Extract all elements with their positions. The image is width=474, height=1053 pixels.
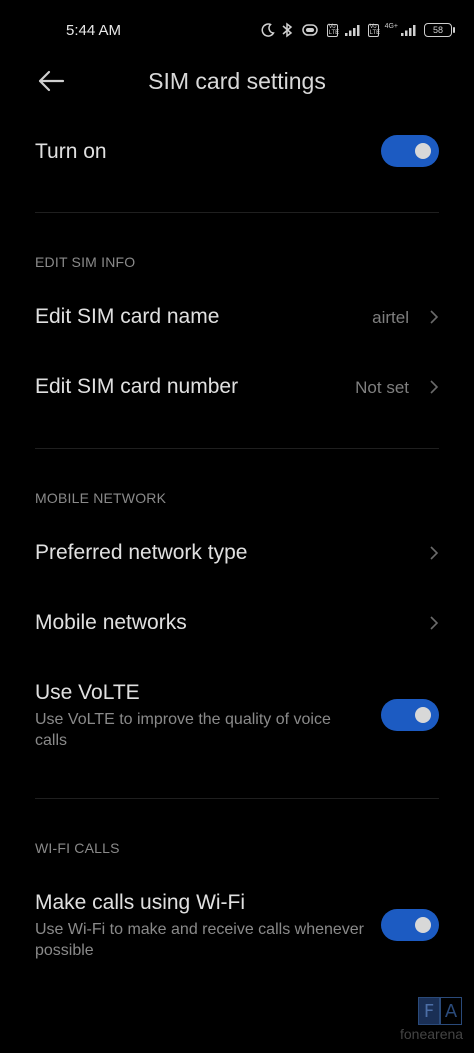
- toggle-knob: [415, 143, 431, 159]
- sim-number-value: Not set: [355, 378, 409, 397]
- turn-on-label: Turn on: [35, 140, 107, 163]
- network-type-label: 4G+: [384, 22, 398, 30]
- watermark-letter-a: A: [440, 997, 462, 1025]
- chevron-right-icon: [429, 545, 439, 561]
- edit-sim-number-row[interactable]: Edit SIM card number Not set: [35, 375, 439, 405]
- wifi-calling-description: Use Wi-Fi to make and receive calls when…: [35, 921, 365, 959]
- volte-description: Use VoLTE to improve the quality of voic…: [35, 711, 331, 749]
- wifi-calling-label: Make calls using Wi-Fi: [35, 891, 246, 914]
- sim-name-value: airtel: [372, 308, 409, 327]
- page-title: SIM card settings: [148, 68, 326, 94]
- divider: [35, 448, 439, 449]
- vibrate-icon: [299, 21, 321, 39]
- volte-row[interactable]: Use VoLTE Use VoLTE to improve the quali…: [35, 681, 439, 751]
- chevron-right-icon: [429, 309, 439, 325]
- toggle-knob: [415, 917, 431, 933]
- chevron-right-icon: [429, 379, 439, 395]
- divider: [35, 212, 439, 213]
- watermark-letter-f: F: [418, 997, 440, 1025]
- status-icons: Vo LTE Vo LTE 4G+ 58: [261, 20, 455, 40]
- section-label-mobile-network: MOBILE NETWORK: [35, 490, 167, 506]
- turn-on-toggle[interactable]: [381, 135, 439, 167]
- edit-sim-name-row[interactable]: Edit SIM card name airtel: [35, 305, 439, 335]
- status-bar: 5:44 AM Vo LTE Vo LTE 4G+ 58: [0, 0, 474, 60]
- divider: [35, 798, 439, 799]
- moon-icon: [261, 21, 275, 39]
- battery-icon: 58: [424, 23, 455, 37]
- top-bar: SIM card settings: [0, 56, 474, 106]
- volte-badge-2-text: Vo LTE: [369, 24, 381, 36]
- preferred-network-row[interactable]: Preferred network type: [35, 541, 439, 571]
- mobile-networks-row[interactable]: Mobile networks: [35, 611, 439, 641]
- battery-level: 58: [432, 25, 443, 35]
- chevron-right-icon: [429, 615, 439, 631]
- volte-badge-text: Vo LTE: [328, 24, 340, 36]
- volte-badge-icon: Vo LTE: [326, 23, 340, 37]
- watermark-logo: F A fonearena: [400, 997, 464, 1047]
- volte-label: Use VoLTE: [35, 681, 140, 704]
- turn-on-row[interactable]: Turn on: [35, 140, 439, 170]
- watermark-text: fonearena: [400, 1026, 464, 1042]
- wifi-calling-toggle[interactable]: [381, 909, 439, 941]
- toggle-knob: [415, 707, 431, 723]
- mobile-networks-label: Mobile networks: [35, 611, 187, 634]
- bluetooth-icon: [281, 21, 293, 39]
- wifi-calling-row[interactable]: Make calls using Wi-Fi Use Wi-Fi to make…: [35, 891, 439, 961]
- signal-2-icon: [400, 21, 418, 39]
- volte-toggle[interactable]: [381, 699, 439, 731]
- section-label-edit-sim-info: EDIT SIM INFO: [35, 254, 136, 270]
- status-time: 5:44 AM: [66, 22, 122, 39]
- volte-badge-2-icon: Vo LTE: [367, 23, 381, 37]
- section-label-wifi-calls: WI-FI CALLS: [35, 840, 120, 856]
- preferred-network-label: Preferred network type: [35, 541, 248, 564]
- signal-icon: [344, 21, 362, 39]
